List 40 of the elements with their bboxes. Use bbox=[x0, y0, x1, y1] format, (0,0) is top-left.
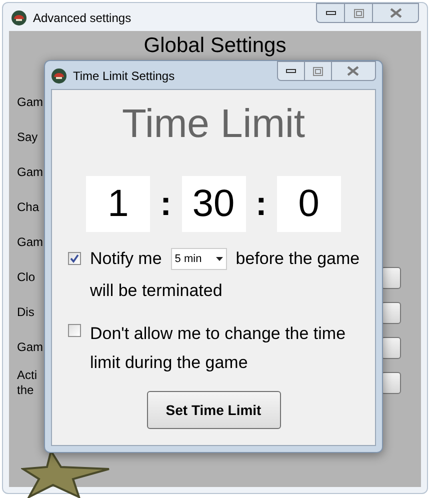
maximize-icon bbox=[354, 8, 364, 18]
setting-label: Say bbox=[17, 130, 38, 145]
caret-icon bbox=[216, 256, 223, 261]
maximize-icon bbox=[312, 66, 323, 76]
notify-label: will be terminated bbox=[90, 280, 224, 302]
notify-dropdown[interactable]: 5 min bbox=[170, 248, 227, 270]
app-icon bbox=[51, 68, 67, 84]
checkbox[interactable] bbox=[68, 252, 81, 266]
time-separator: : bbox=[256, 184, 267, 224]
time-field[interactable]: 0 bbox=[276, 176, 341, 232]
setting-label: Gam bbox=[17, 165, 44, 180]
app-icon bbox=[11, 10, 27, 26]
minimize-icon bbox=[326, 11, 336, 15]
setting-label: Gam bbox=[17, 340, 44, 355]
notify-label: before the game bbox=[236, 248, 360, 270]
setting-label: Acti the bbox=[17, 368, 38, 398]
lock-label: Don't allow me to change the time limit during the game bbox=[90, 323, 347, 374]
set-time-limit-button[interactable]: Set Time Limit bbox=[146, 391, 280, 429]
checkbox[interactable] bbox=[68, 324, 81, 337]
dialog-heading: Time Limit bbox=[122, 101, 305, 148]
check-icon bbox=[70, 254, 79, 264]
notify-label: Notify me bbox=[90, 248, 162, 270]
time-field[interactable]: 30 bbox=[182, 176, 246, 232]
setting-button[interactable] bbox=[381, 372, 401, 394]
setting-button[interactable] bbox=[381, 336, 401, 358]
setting-label: Gam bbox=[17, 95, 44, 110]
minimize-icon bbox=[286, 69, 296, 73]
time-separator: : bbox=[160, 184, 172, 224]
dialog-title: Time Limit Settings bbox=[73, 68, 175, 85]
close-icon bbox=[347, 66, 360, 76]
setting-label: Clo bbox=[17, 270, 36, 285]
window-title: Advanced settings bbox=[33, 10, 132, 27]
setting-label: Cha bbox=[17, 200, 40, 215]
panel-heading: Global Settings bbox=[144, 34, 286, 58]
setting-button[interactable] bbox=[381, 266, 401, 288]
setting-label: Gam bbox=[17, 235, 44, 250]
close-icon bbox=[390, 8, 402, 18]
time-field[interactable]: 1 bbox=[86, 176, 150, 232]
setting-label: Dis bbox=[17, 305, 34, 320]
setting-button[interactable] bbox=[381, 302, 401, 324]
